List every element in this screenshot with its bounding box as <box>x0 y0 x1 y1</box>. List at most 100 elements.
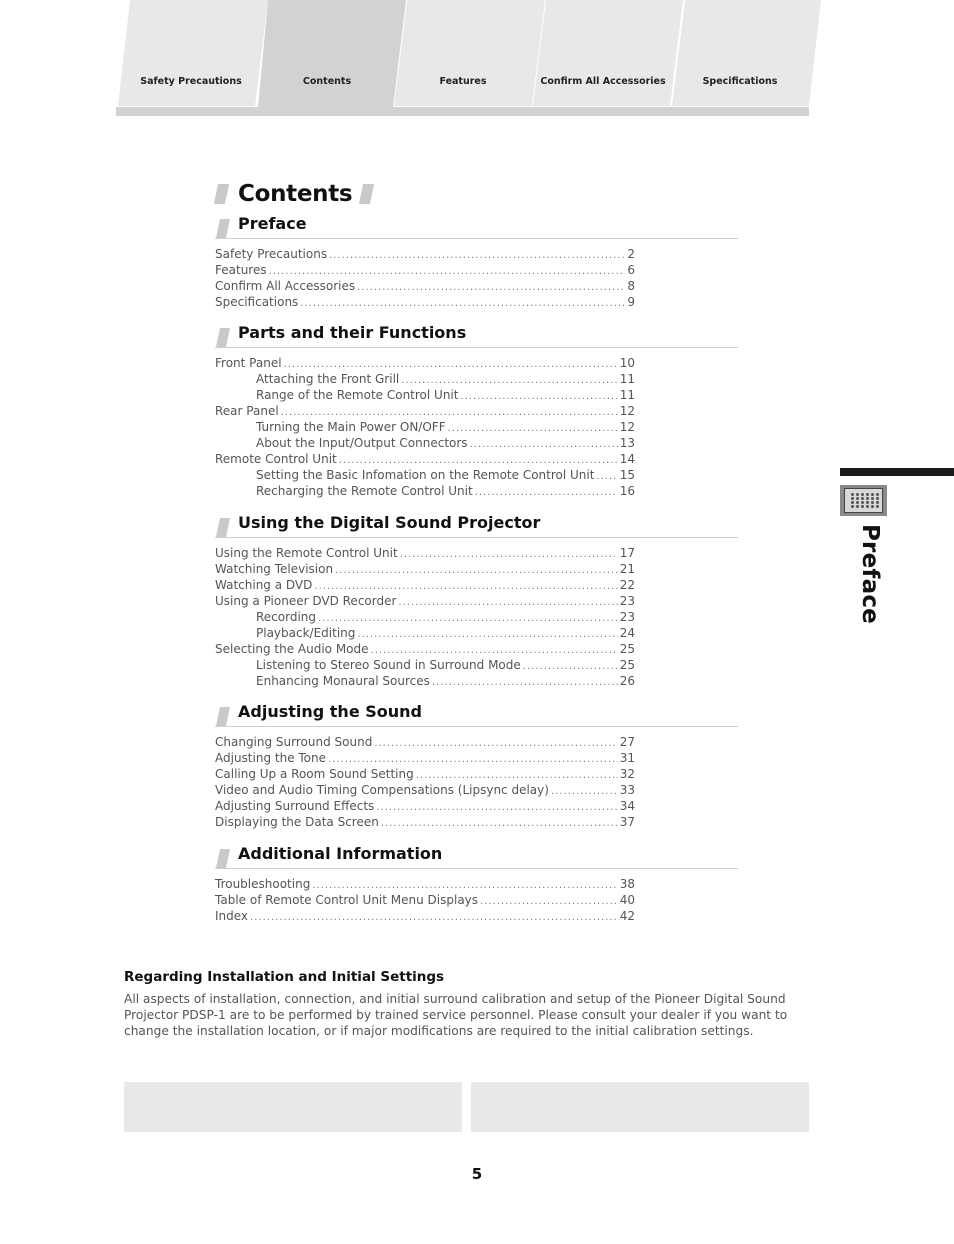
toc-entry-title: Video and Audio Timing Compensations (Li… <box>215 783 549 797</box>
toc-entry[interactable]: Range of the Remote Control Unit 11 <box>215 387 635 403</box>
toc-entry[interactable]: Recharging the Remote Control Unit 16 <box>215 483 635 499</box>
toc-entries: Front Panel 10 Attaching the Front Grill 11… <box>215 355 635 499</box>
section-heading: Adjusting the Sound <box>215 702 738 727</box>
toc-entry-page: 17 <box>619 546 635 560</box>
dot-leader <box>551 784 618 800</box>
speaker-dot <box>856 505 859 508</box>
toc-entry[interactable]: Turning the Main Power ON/OFF 12 <box>215 419 635 435</box>
tab-label: Safety Precautions <box>140 76 242 87</box>
toc-entry-title: Changing Surround Sound <box>215 735 373 749</box>
toc-entries: Using the Remote Control Unit17Watching … <box>215 545 635 689</box>
tab-label: Confirm All Accessories <box>540 76 666 87</box>
speaker-dot <box>871 493 874 496</box>
toc-section: Parts and their FunctionsFront Panel10At… <box>215 323 738 499</box>
dot-leader <box>376 800 617 816</box>
toc-entry[interactable]: Watching Television 21 <box>215 561 635 577</box>
toc-entry[interactable]: About the Input/Output Connectors 13 <box>215 435 635 451</box>
toc-entries: Safety Precautions 2Features6Confirm All … <box>215 246 635 310</box>
tab-specifications[interactable]: Specifications <box>672 0 824 106</box>
section-heading-text: Additional Information <box>238 844 443 863</box>
section-heading-text: Using the Digital Sound Projector <box>238 513 541 532</box>
dot-leader <box>381 816 618 832</box>
toc-entry[interactable]: Adjusting the Tone 31 <box>215 750 635 766</box>
toc-entry-page: 32 <box>619 767 635 781</box>
section-accent <box>215 328 231 347</box>
speaker-dot <box>876 493 879 496</box>
speaker-dot <box>856 497 859 500</box>
dot-leader <box>448 421 618 437</box>
toc-entry[interactable]: Troubleshooting 38 <box>215 876 635 892</box>
dot-leader <box>357 627 617 643</box>
toc-entry-page: 16 <box>619 484 635 498</box>
toc-entry-page: 40 <box>619 893 635 907</box>
side-section-text: Preface <box>857 524 883 624</box>
dot-leader <box>398 595 617 611</box>
dot-leader <box>523 659 618 675</box>
toc-entry[interactable]: Confirm All Accessories 8 <box>215 278 635 294</box>
toc-section: Additional Information Troubleshooting38T… <box>215 844 738 924</box>
speaker-dot <box>866 493 869 496</box>
dot-leader <box>480 894 618 910</box>
tab-confirm-all-accessories[interactable]: Confirm All Accessories <box>533 0 685 106</box>
toc-entry-page: 26 <box>619 674 635 688</box>
toc-entry[interactable]: Watching a DVD 22 <box>215 577 635 593</box>
section-heading-text: Preface <box>238 214 307 233</box>
toc-entry-page: 12 <box>619 404 635 418</box>
toc-entry[interactable]: Adjusting Surround Effects 34 <box>215 798 635 814</box>
toc-entry-title: Table of Remote Control Unit Menu Displa… <box>215 893 479 907</box>
toc-entry-page: 14 <box>619 452 635 466</box>
toc-entry[interactable]: Using a Pioneer DVD Recorder 23 <box>215 593 635 609</box>
contents-heading: Contents <box>238 181 353 207</box>
note-heading: Regarding Installation and Initial Setti… <box>124 969 445 985</box>
toc-entry[interactable]: Calling Up a Room Sound Setting 32 <box>215 766 635 782</box>
toc-entry-page: 12 <box>619 420 635 434</box>
toc-entry[interactable]: Rear Panel 12 <box>215 403 635 419</box>
toc-entry-page: 34 <box>619 799 635 813</box>
toc-entry[interactable]: Features 6 <box>215 262 635 278</box>
toc-entry-page: 23 <box>619 594 635 608</box>
page-number: 5 <box>471 1165 483 1183</box>
toc-entry[interactable]: Table of Remote Control Unit Menu Displa… <box>215 892 635 908</box>
toc-entry[interactable]: Displaying the Data Screen 37 <box>215 814 635 830</box>
speaker-dot <box>871 497 874 500</box>
toc-entry[interactable]: Listening to Stereo Sound in Surround Mo… <box>215 657 635 673</box>
speaker-dot <box>861 501 864 504</box>
toc-entry[interactable]: Recording 23 <box>215 609 635 625</box>
toc-entry-title: About the Input/Output Connectors <box>256 436 468 450</box>
toc-entry-page: 6 <box>627 263 635 277</box>
toc-entry-title: Index <box>215 909 249 923</box>
toc-entry-title: Watching a DVD <box>215 578 313 592</box>
toc-entry[interactable]: Using the Remote Control Unit 17 <box>215 545 635 561</box>
toc-entry[interactable]: Remote Control Unit 14 <box>215 451 635 467</box>
speaker-grid-icon <box>840 485 887 516</box>
tab-contents[interactable]: Contents <box>258 0 410 107</box>
toc-entry[interactable]: Setting the Basic Infomation on the Remo… <box>215 467 635 483</box>
toc-entry[interactable]: Safety Precautions 2 <box>215 246 635 262</box>
tab-features[interactable]: Features <box>394 0 546 106</box>
toc-entry-title: Calling Up a Room Sound Setting <box>215 767 414 781</box>
title-accent-right <box>359 184 375 204</box>
toc-entry[interactable]: Enhancing Monaural Sources 26 <box>215 673 635 689</box>
toc-entry[interactable]: Index 42 <box>215 908 635 924</box>
toc-entry-page: 11 <box>619 388 635 402</box>
toc-entry-title: Safety Precautions <box>215 247 328 261</box>
speaker-dot <box>866 505 869 508</box>
toc-entry-page: 37 <box>619 815 635 829</box>
toc-entry[interactable]: Selecting the Audio Mode 25 <box>215 641 635 657</box>
toc-entry[interactable]: Specifications 9 <box>215 294 635 310</box>
dot-leader <box>329 248 625 264</box>
speaker-dots <box>851 493 880 509</box>
dot-leader <box>470 437 618 453</box>
toc-entry-page: 2 <box>627 247 635 261</box>
tab-label: Contents <box>302 76 352 87</box>
speaker-dot <box>876 505 879 508</box>
toc-entry-title: Attaching the Front Grill <box>256 372 400 386</box>
tab-safety-precautions[interactable]: Safety Precautions <box>118 0 270 106</box>
toc-entry[interactable]: Playback/Editing 24 <box>215 625 635 641</box>
toc-entry[interactable]: Video and Audio Timing Compensations (Li… <box>215 782 635 798</box>
toc-entry[interactable]: Attaching the Front Grill 11 <box>215 371 635 387</box>
toc-entry[interactable]: Changing Surround Sound 27 <box>215 734 635 750</box>
toc-entry[interactable]: Front Panel 10 <box>215 355 635 371</box>
section-accent <box>215 849 231 868</box>
toc-entry-title: Remote Control Unit <box>215 452 337 466</box>
